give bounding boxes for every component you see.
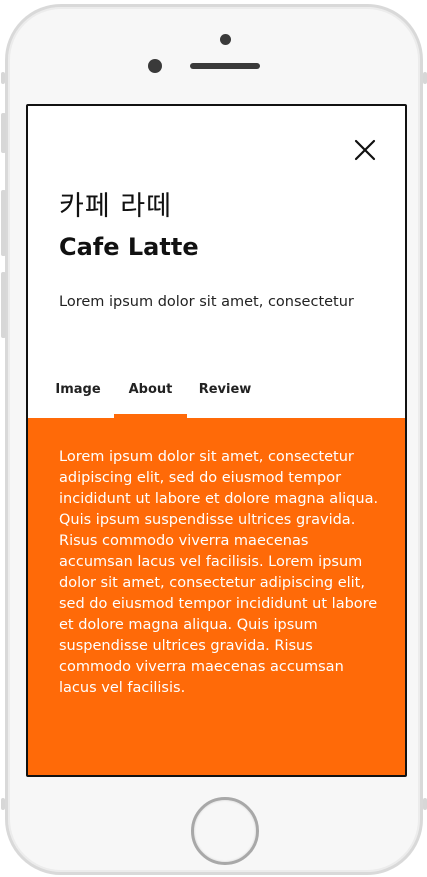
tab-about[interactable]: About — [114, 374, 187, 418]
antenna-line — [423, 798, 427, 810]
earpiece-speaker — [190, 63, 260, 69]
antenna-line — [423, 72, 427, 84]
product-title-korean: 카페 라떼 — [59, 191, 172, 222]
close-icon — [354, 139, 376, 161]
tab-label: About — [128, 382, 173, 397]
proximity-sensor — [148, 59, 162, 73]
product-subtitle: Lorem ipsum dolor sit amet, consectetur — [59, 294, 354, 310]
tab-review[interactable]: Review — [194, 374, 256, 418]
volume-down-button — [1, 272, 6, 338]
mute-switch — [1, 113, 6, 153]
product-title: Cafe Latte — [59, 233, 199, 261]
close-button[interactable] — [353, 138, 377, 162]
front-camera — [220, 34, 231, 45]
antenna-line — [1, 72, 5, 84]
volume-up-button — [1, 190, 6, 256]
antenna-line — [1, 798, 5, 810]
tab-label: Image — [55, 382, 101, 397]
tab-label: Review — [198, 382, 252, 397]
home-button[interactable] — [191, 797, 259, 865]
about-description: Lorem ipsum dolor sit amet, consectetur … — [59, 449, 379, 696]
tab-bar: Image About Review — [28, 374, 405, 418]
about-panel: Lorem ipsum dolor sit amet, consectetur … — [28, 418, 405, 775]
tab-image[interactable]: Image — [50, 374, 106, 418]
phone-screen: 카페 라떼 Cafe Latte Lorem ipsum dolor sit a… — [26, 104, 407, 777]
